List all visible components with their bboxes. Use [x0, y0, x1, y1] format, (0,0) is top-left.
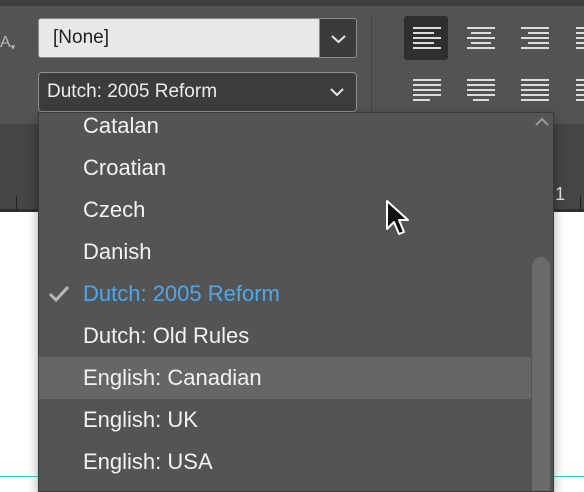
menu-item-label: Czech [83, 197, 146, 222]
ruler-tick [16, 196, 17, 210]
menu-item-english-uk[interactable]: English: UK [39, 399, 531, 441]
justify-all-icon [521, 79, 549, 101]
align-left-button[interactable] [404, 16, 448, 60]
paragraph-style-dropdown-button[interactable] [320, 18, 357, 58]
justify-last-center-icon [467, 79, 495, 101]
menu-item-label: Dutch: Old Rules [83, 323, 250, 348]
ruler-number: 1 [555, 184, 566, 204]
character-tool-icon[interactable]: A▾ [0, 34, 15, 52]
menu-item-czech[interactable]: Czech [39, 189, 531, 231]
chevron-down-icon [331, 35, 346, 44]
menu-item-croatian[interactable]: Croatian [39, 147, 531, 189]
mouse-pointer-icon [386, 200, 409, 235]
align-center-button[interactable] [458, 16, 502, 60]
justify-center-button[interactable] [458, 68, 502, 112]
align-towards-spine-icon [576, 27, 584, 49]
language-dropdown-menu: Catalan Croatian Czech Danish Dutch: 200… [38, 112, 554, 492]
language-select[interactable]: Dutch: 2005 Reform [38, 72, 357, 112]
justify-right-button[interactable] [512, 68, 556, 112]
menu-item-label: English: Canadian [83, 365, 262, 390]
scroll-up-arrow-icon[interactable] [535, 117, 549, 127]
menu-item-dutch-2005-reform[interactable]: Dutch: 2005 Reform [39, 273, 531, 315]
justify-last-left-icon [413, 79, 441, 101]
panel-top-edge [0, 0, 584, 6]
menu-item-catalan[interactable]: Catalan [39, 113, 531, 147]
ruler-tick [580, 196, 581, 210]
menu-item-dutch-old-rules[interactable]: Dutch: Old Rules [39, 315, 531, 357]
panel-divider [371, 14, 372, 114]
align-left-icon [413, 27, 441, 49]
align-right-button[interactable] [512, 16, 556, 60]
menu-item-label: English: USA [83, 449, 213, 474]
justify-left-button[interactable] [404, 68, 448, 112]
paragraph-style-field[interactable]: [None] [38, 18, 320, 58]
chevron-down-icon [330, 88, 344, 97]
align-away-from-spine-icon [576, 79, 584, 101]
align-right-icon [521, 27, 549, 49]
scrollbar-thumb[interactable] [532, 257, 550, 491]
menu-item-label: Croatian [83, 155, 167, 180]
menu-item-label: Dutch: 2005 Reform [83, 281, 280, 306]
menu-item-english-usa[interactable]: English: USA [39, 441, 531, 483]
menu-item-label: Catalan [83, 113, 159, 138]
control-panel: A▾ [None] Dutch: 2005 Reform [0, 0, 584, 124]
menu-item-label: English: UK [83, 407, 198, 432]
menu-item-english-canadian[interactable]: English: Canadian [39, 357, 531, 399]
menu-item-danish[interactable]: Danish [39, 231, 531, 273]
align-towards-spine-button[interactable] [564, 16, 584, 60]
checkmark-icon [48, 285, 70, 303]
align-away-from-spine-button[interactable] [564, 68, 584, 112]
align-center-icon [467, 27, 495, 49]
menu-item-label: Danish [83, 239, 152, 264]
language-select-value: Dutch: 2005 Reform [47, 81, 218, 102]
